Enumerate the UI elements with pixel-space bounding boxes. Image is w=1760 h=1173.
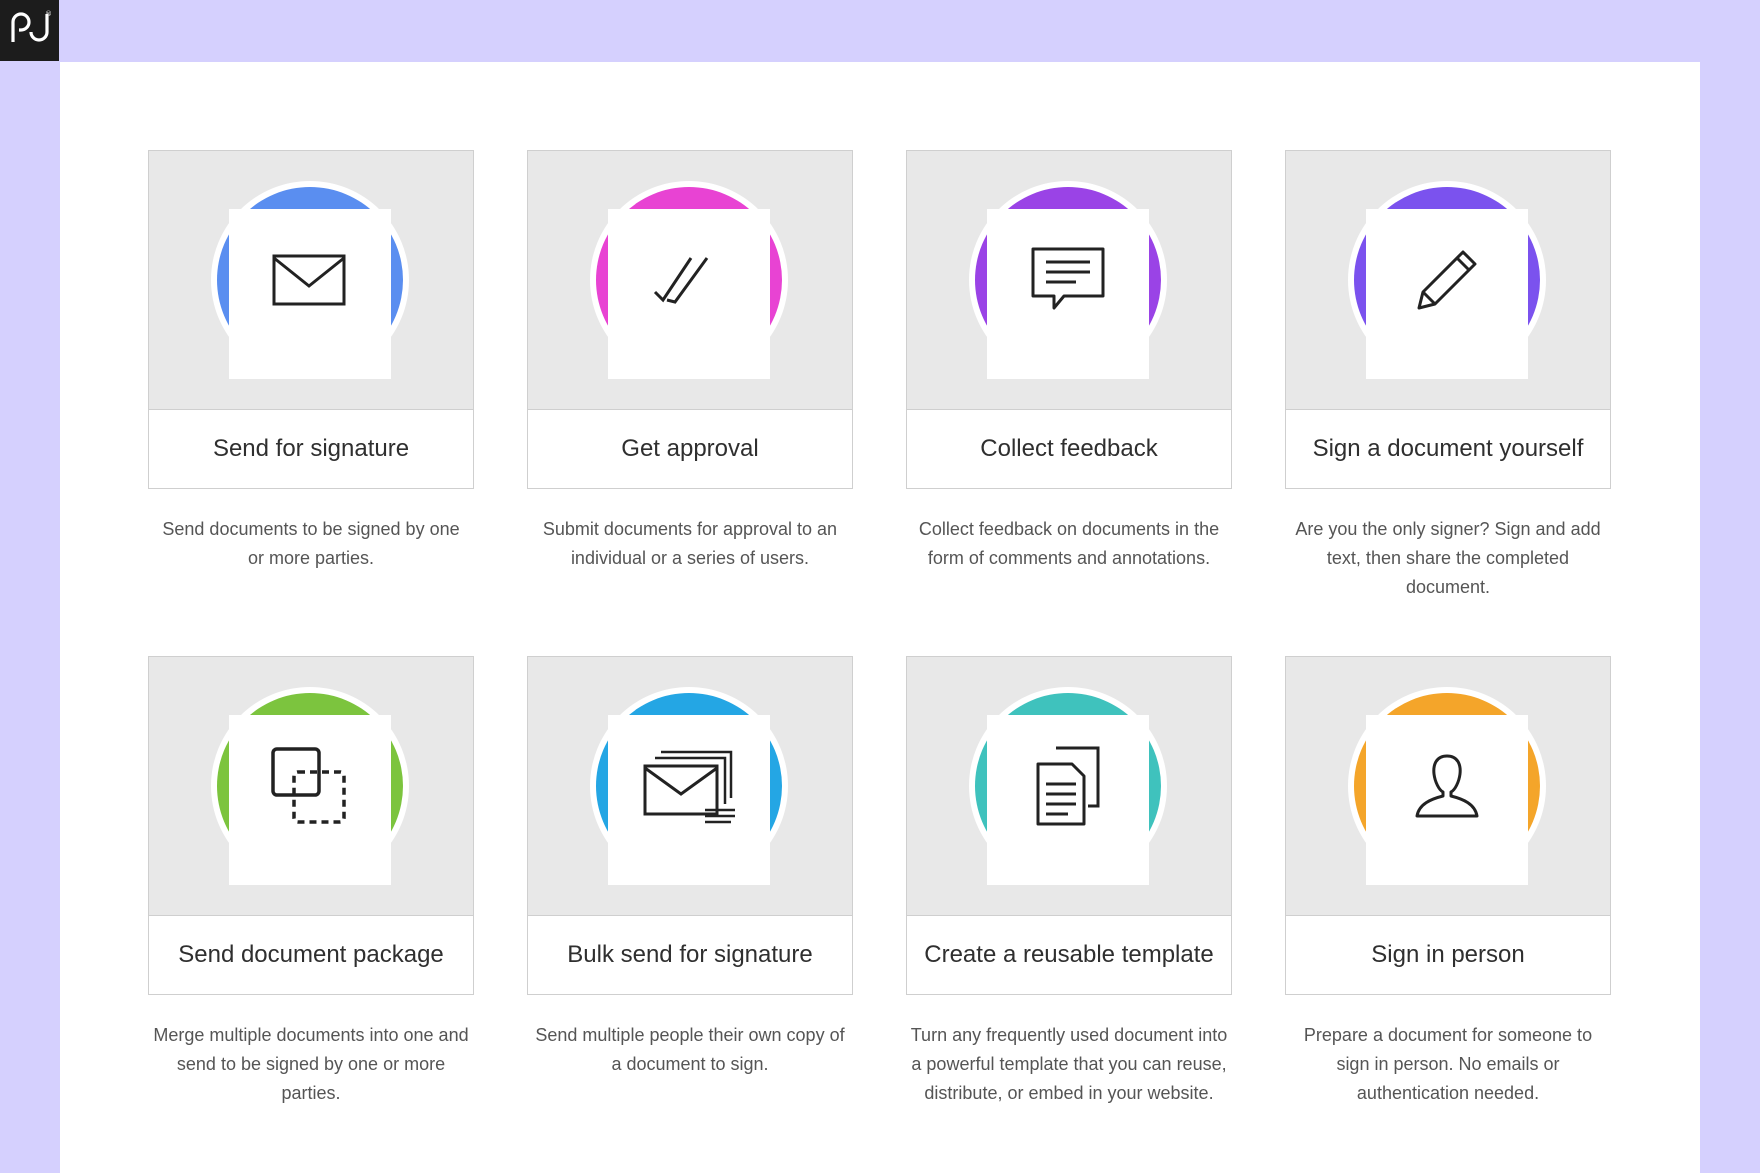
card-sign-yourself[interactable]: Sign a document yourself Are you the onl… — [1285, 150, 1611, 602]
envelope-icon — [260, 230, 360, 330]
svg-text:®: ® — [45, 10, 51, 18]
card-title[interactable]: Get approval — [527, 409, 853, 489]
double-check-icon — [639, 230, 739, 330]
card-illustration — [906, 656, 1232, 915]
card-send-document-package[interactable]: Send document package Merge multiple doc… — [148, 656, 474, 1108]
comment-icon — [1018, 230, 1118, 330]
card-illustration — [148, 150, 474, 409]
main-panel: Send for signature Send documents to be … — [60, 62, 1700, 1173]
logo-icon: ® — [11, 10, 51, 42]
card-description: Collect feedback on documents in the for… — [918, 519, 1220, 568]
card-illustration — [527, 150, 853, 409]
card-description: Merge multiple documents into one and se… — [153, 1025, 469, 1103]
card-description: Send multiple people their own copy of a… — [535, 1025, 845, 1074]
card-title[interactable]: Collect feedback — [906, 409, 1232, 489]
pandadoc-logo[interactable]: ® — [0, 0, 59, 61]
card-title[interactable]: Create a reusable template — [906, 915, 1232, 995]
card-send-for-signature[interactable]: Send for signature Send documents to be … — [148, 150, 474, 573]
card-sign-in-person[interactable]: Sign in person Prepare a document for so… — [1285, 656, 1611, 1108]
card-illustration — [1285, 656, 1611, 915]
pencil-icon — [1397, 230, 1497, 330]
card-illustration — [148, 656, 474, 915]
card-description: Are you the only signer? Sign and add te… — [1295, 519, 1601, 597]
card-description: Prepare a document for someone to sign i… — [1303, 1025, 1593, 1103]
card-reusable-template[interactable]: Create a reusable template Turn any freq… — [906, 656, 1232, 1108]
card-description: Turn any frequently used document into a… — [910, 1025, 1228, 1103]
card-illustration — [527, 656, 853, 915]
card-title[interactable]: Sign a document yourself — [1285, 409, 1611, 489]
card-collect-feedback[interactable]: Collect feedback Collect feedback on doc… — [906, 150, 1232, 573]
card-description: Submit documents for approval to an indi… — [542, 519, 838, 568]
card-title[interactable]: Send for signature — [148, 409, 474, 489]
bulk-envelope-icon — [639, 736, 739, 836]
card-description: Send documents to be signed by one or mo… — [162, 519, 460, 568]
person-icon — [1397, 736, 1497, 836]
card-illustration — [1285, 150, 1611, 409]
card-title[interactable]: Sign in person — [1285, 915, 1611, 995]
documents-icon — [1018, 736, 1118, 836]
card-get-approval[interactable]: Get approval Submit documents for approv… — [527, 150, 853, 573]
card-illustration — [906, 150, 1232, 409]
card-title[interactable]: Bulk send for signature — [527, 915, 853, 995]
card-title[interactable]: Send document package — [148, 915, 474, 995]
package-icon — [260, 736, 360, 836]
card-bulk-send[interactable]: Bulk send for signature Send multiple pe… — [527, 656, 853, 1079]
